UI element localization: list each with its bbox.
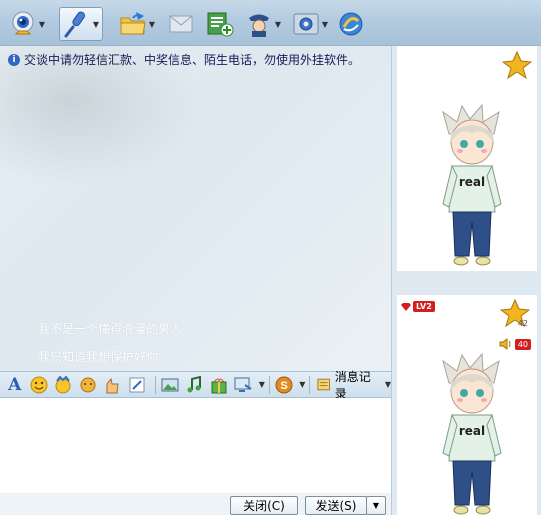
send-sms-icon (169, 15, 193, 33)
magic-expression-icon[interactable] (54, 375, 73, 395)
scribble-emoticon-icon[interactable] (78, 375, 97, 395)
chat-history[interactable]: i 交谈中请勿轻信汇款、中奖信息、陌生电话，勿使用外挂软件。 我不是一个懂得浪漫… (0, 46, 391, 371)
screen-capture-icon[interactable] (233, 375, 252, 395)
message-records-icon (317, 378, 331, 390)
image-icon[interactable] (160, 375, 179, 395)
toolbar-separator (268, 375, 270, 394)
message-input[interactable] (0, 398, 391, 493)
add-contact-button[interactable] (205, 8, 235, 40)
contact-show-card[interactable]: real (397, 46, 537, 271)
app-box-button[interactable] (336, 8, 366, 40)
level-badge: LV2 (413, 301, 435, 312)
voice-chat-icon (64, 11, 85, 38)
remote-assist-icon (249, 14, 269, 37)
settings-icon (293, 13, 319, 35)
volume-badge: 40 (514, 338, 531, 350)
remote-assist-button[interactable]: ▼ (244, 8, 282, 40)
edit-toolbar: A ▼ S ▼ 消息记录 ▼ (0, 370, 391, 401)
voice-chat-button[interactable]: ▼ (59, 7, 103, 41)
star-count: 42 (517, 319, 528, 328)
music-icon[interactable] (185, 375, 204, 395)
chevron-down-icon[interactable]: ▼ (38, 9, 46, 39)
main-toolbar: ▼ ▼ ▼ ▼ ▼ (0, 0, 541, 46)
level-indicator: LV2 (401, 301, 435, 312)
close-button[interactable]: 关闭(C) (230, 496, 298, 515)
add-contact-icon (207, 12, 234, 37)
avatar-shirt-text: real (459, 424, 485, 438)
soso-search-icon[interactable]: S (274, 375, 293, 395)
security-notice: i 交谈中请勿轻信汇款、中奖信息、陌生电话，勿使用外挂软件。 (8, 51, 360, 68)
app-box-icon (339, 12, 363, 36)
gift-icon[interactable] (209, 375, 228, 395)
diamond-icon (401, 302, 411, 311)
contact-panel: real LV2 42 40 real (391, 46, 541, 515)
self-show-card[interactable]: LV2 42 40 real (397, 295, 537, 515)
self-avatar[interactable]: real (437, 353, 507, 515)
chevron-down-icon[interactable]: ▼ (321, 9, 329, 39)
chevron-down-icon[interactable]: ▼ (299, 380, 305, 389)
message-records-label: 消息记录 (334, 369, 371, 401)
emoticon-icon[interactable] (29, 375, 48, 395)
chevron-down-icon[interactable]: ▼ (274, 9, 282, 39)
chevron-down-icon[interactable]: ▼ (92, 9, 100, 39)
video-chat-icon (12, 11, 34, 35)
speaker-icon[interactable] (499, 338, 513, 350)
send-file-icon (120, 12, 146, 35)
nudge-icon[interactable] (103, 375, 122, 395)
chat-message: 我只知道我想保护好你 (38, 350, 159, 364)
send-sms-button[interactable] (166, 8, 196, 40)
message-records-button[interactable]: 消息记录 ▼ (316, 368, 391, 402)
send-file-button[interactable]: ▼ (118, 8, 156, 40)
contact-avatar[interactable]: real (437, 104, 507, 269)
info-icon: i (8, 53, 20, 66)
toolbar-separator (155, 375, 157, 394)
chevron-down-icon[interactable]: ▼ (148, 9, 156, 39)
font-icon[interactable]: A (5, 375, 24, 395)
chevron-down-icon[interactable]: ▼ (259, 380, 265, 389)
chat-message: 我不是一个懂得浪漫的男人 (38, 322, 183, 336)
settings-button[interactable]: ▼ (291, 8, 329, 40)
toolbar-separator (309, 375, 311, 394)
security-notice-text: 交谈中请勿轻信汇款、中奖信息、陌生电话，勿使用外挂软件。 (24, 53, 361, 67)
action-bar: 关闭(C) 发送(S) ▼ (0, 493, 391, 515)
handwriting-icon[interactable] (127, 375, 146, 395)
send-button[interactable]: 发送(S) (305, 496, 367, 515)
send-options-button[interactable]: ▼ (366, 496, 386, 515)
sound-indicator: 40 (499, 338, 531, 350)
chevron-down-icon: ▼ (372, 501, 380, 510)
video-chat-button[interactable]: ▼ (8, 8, 46, 40)
avatar-shirt-text: real (459, 175, 485, 189)
svg-text:S: S (280, 380, 287, 392)
star-icon[interactable] (502, 50, 532, 80)
